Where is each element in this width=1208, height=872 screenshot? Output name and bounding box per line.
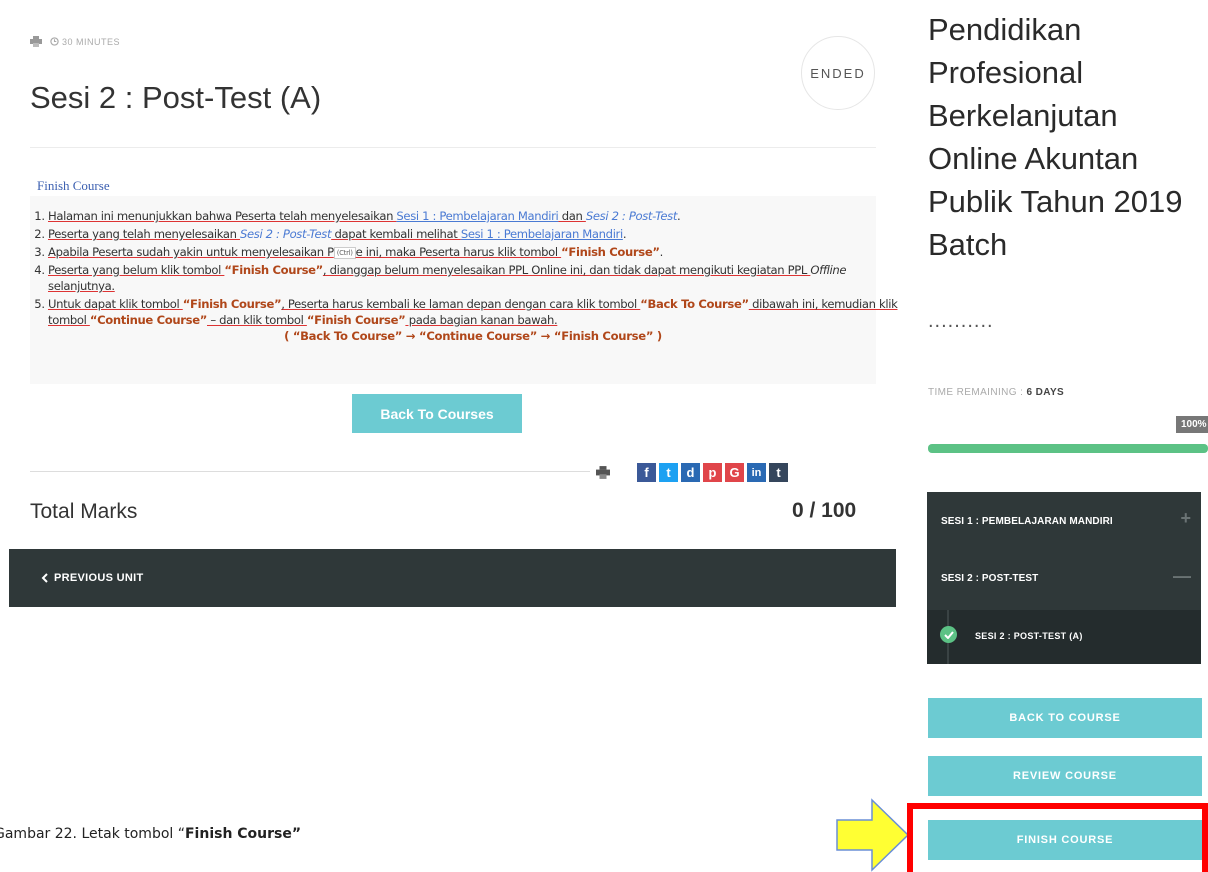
unit-list: SESI 2 : POST-TEST (A) (927, 610, 1201, 664)
paste-options-icon[interactable]: (Ctrl) (333, 246, 356, 259)
facebook-icon[interactable]: f (637, 463, 656, 482)
list-item: Untuk dapat klik tombol “Finish Course”,… (48, 296, 898, 344)
course-progress-bar (928, 444, 1208, 453)
course-title: Pendidikan Profesional Berkelanjutan Onl… (928, 12, 1183, 262)
expand-icon[interactable]: + (1180, 508, 1191, 529)
total-marks-value: 0 / 100 (792, 499, 857, 522)
progress-tooltip: 100% (1176, 416, 1208, 433)
print-icon[interactable] (30, 36, 42, 47)
back-to-course-button[interactable]: BACK TO COURSE (928, 698, 1202, 738)
print-icon[interactable] (596, 466, 610, 479)
instruction-list: Halaman ini menunjukkan bahwa Peserta te… (24, 208, 898, 346)
curriculum-panel: SESI 1 : PEMBELAJARAN MANDIRI + SESI 2 :… (927, 492, 1201, 664)
arrow-right-icon (836, 798, 910, 872)
link-sesi-2[interactable]: Sesi 2 : Post-Test (586, 209, 678, 223)
time-remaining: TIME REMAINING : 6 DAYS (928, 387, 1065, 398)
unit-sesi-2-post-test-a[interactable]: SESI 2 : POST-TEST (A) (975, 631, 1083, 641)
chevron-left-icon (41, 573, 48, 583)
link-sesi-2[interactable]: Sesi 2 : Post-Test (240, 227, 332, 241)
section-sesi-1[interactable]: SESI 1 : PEMBELAJARAN MANDIRI (941, 516, 1113, 527)
highlight-box (907, 803, 1208, 872)
previous-unit-link[interactable]: PREVIOUS UNIT (41, 572, 143, 584)
section-sesi-2[interactable]: SESI 2 : POST-TEST (941, 573, 1038, 584)
collapse-icon[interactable]: — (1173, 566, 1191, 587)
back-to-courses-button[interactable]: Back To Courses (352, 394, 522, 433)
twitter-icon[interactable]: t (659, 463, 678, 482)
duration: 30 MINUTES (50, 37, 120, 47)
clock-icon (50, 37, 59, 46)
title-ellipsis: .......... (928, 310, 994, 332)
link-sesi-1[interactable]: Sesi 1 : Pembelajaran Mandiri (461, 227, 623, 241)
quiz-meta: 30 MINUTES (30, 36, 120, 47)
check-icon (940, 626, 957, 643)
finish-course-heading: Finish Course (37, 178, 110, 193)
total-marks-label: Total Marks (30, 500, 138, 523)
google-icon[interactable]: G (725, 463, 744, 482)
unit-navigation-bar: PREVIOUS UNIT (9, 549, 896, 607)
tumblr-icon[interactable]: t (769, 463, 788, 482)
time-remaining-value: 6 DAYS (1026, 387, 1065, 398)
share-divider (30, 471, 590, 472)
review-course-button[interactable]: REVIEW COURSE (928, 756, 1202, 796)
duration-text: 30 MINUTES (62, 36, 121, 47)
progress-fill (928, 444, 1208, 453)
linkedin-icon[interactable]: in (747, 463, 766, 482)
title-divider (30, 147, 876, 148)
status-badge: ENDED (801, 36, 875, 110)
share-bar: f t d p Gin t (596, 463, 788, 482)
list-item: Peserta yang belum klik tombol “Finish C… (48, 262, 898, 294)
link-sesi-1[interactable]: Sesi 1 : Pembelajaran Mandiri (396, 209, 558, 223)
figure-caption: Gambar 22. Letak tombol “Finish Course” (0, 826, 302, 842)
list-item: Peserta yang telah menyelesaikan Sesi 2 … (48, 226, 898, 242)
digg-icon[interactable]: d (681, 463, 700, 482)
pinterest-icon[interactable]: p (703, 463, 722, 482)
navigation-flow: ( “Back To Course” → “Continue Course” →… (284, 329, 662, 343)
page-title: Sesi 2 : Post-Test (A) (30, 80, 322, 115)
list-item: Halaman ini menunjukkan bahwa Peserta te… (48, 208, 898, 224)
list-item: Apabila Peserta sudah yakin untuk menyel… (48, 244, 898, 260)
